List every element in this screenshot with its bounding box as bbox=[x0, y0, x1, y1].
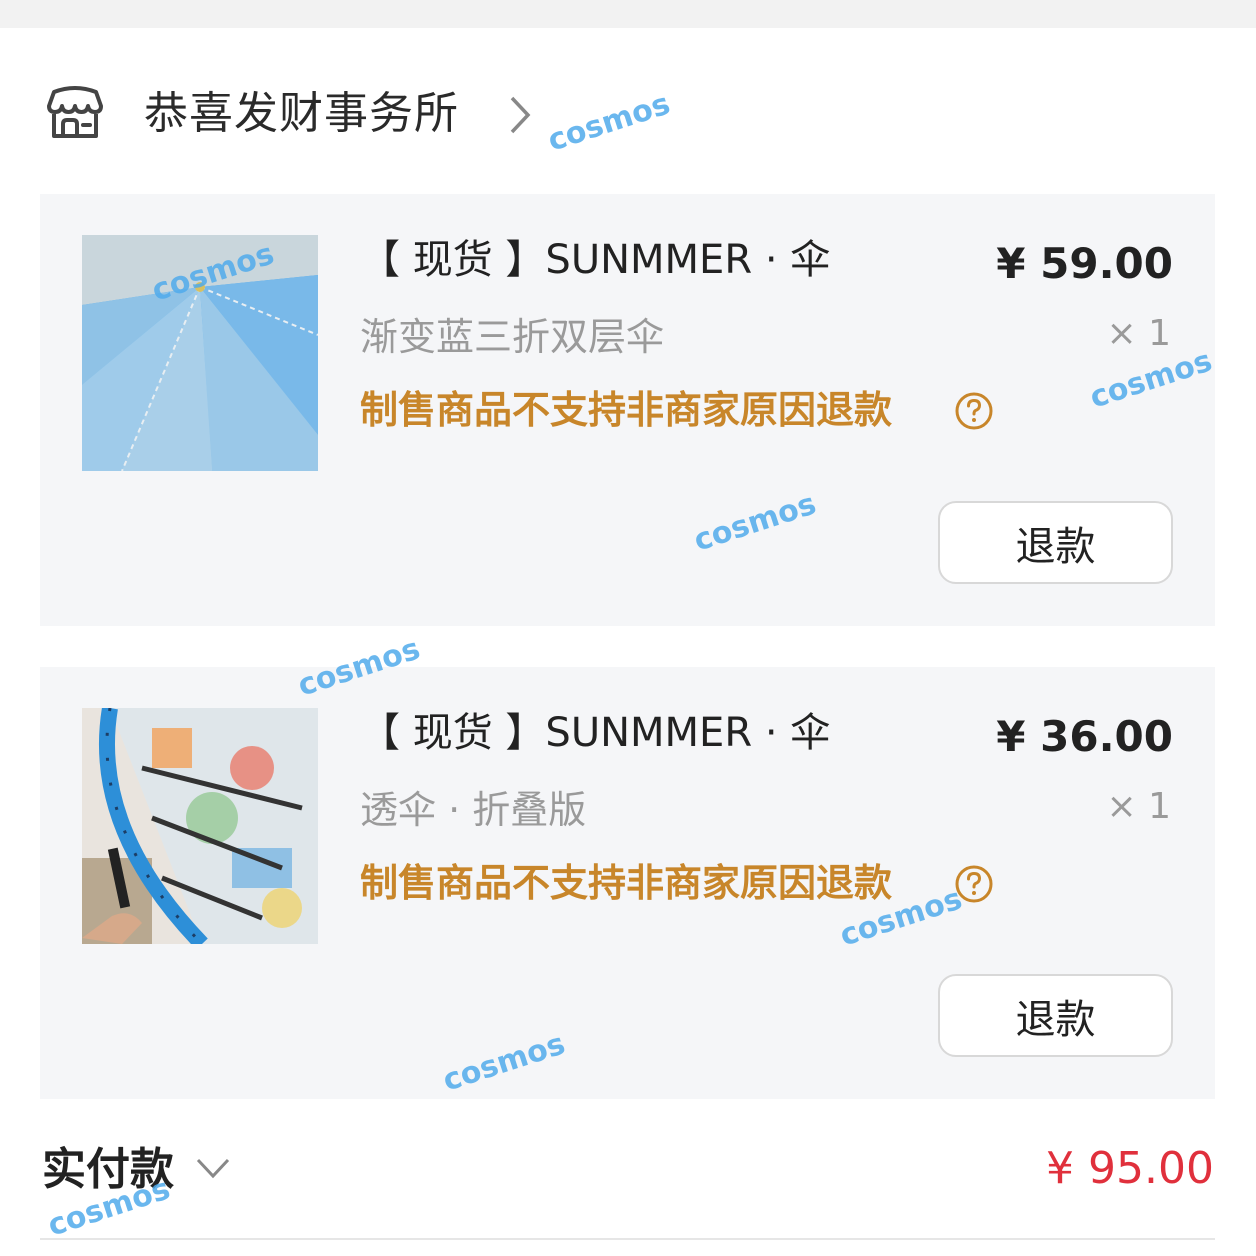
chevron-right-icon bbox=[510, 96, 531, 134]
question-circle-icon[interactable] bbox=[954, 391, 994, 431]
store-icon bbox=[47, 86, 103, 138]
order-item-card: 【 现货 】SUNMMER · 伞 渐变蓝三折双层伞 制售商品不支持非商家原因退… bbox=[40, 194, 1215, 626]
item-price: ¥ 59.00 bbox=[996, 239, 1173, 288]
refund-button[interactable]: 退款 bbox=[938, 974, 1173, 1057]
product-thumbnail[interactable] bbox=[82, 708, 318, 944]
shop-name: 恭喜发财事务所 bbox=[144, 88, 459, 139]
product-spec: 渐变蓝三折双层伞 bbox=[360, 315, 665, 359]
refund-notice: 制售商品不支持非商家原因退款 bbox=[360, 388, 893, 432]
actual-payment-label: 实付款 bbox=[42, 1144, 174, 1195]
actual-payment-amount: ¥ 95.00 bbox=[1046, 1143, 1214, 1194]
divider bbox=[40, 1238, 1215, 1240]
item-price: ¥ 36.00 bbox=[996, 712, 1173, 761]
item-quantity: × 1 bbox=[1106, 313, 1171, 354]
chevron-down-icon[interactable] bbox=[194, 1154, 232, 1184]
item-quantity: × 1 bbox=[1106, 786, 1171, 827]
top-strip bbox=[0, 0, 1256, 28]
shop-header[interactable]: 恭喜发财事务所 bbox=[0, 28, 1256, 194]
order-item-card: 【 现货 】SUNMMER · 伞 透伞 · 折叠版 制售商品不支持非商家原因退… bbox=[40, 667, 1215, 1099]
product-spec: 透伞 · 折叠版 bbox=[360, 788, 587, 832]
product-title[interactable]: 【 现货 】SUNMMER · 伞 bbox=[360, 707, 830, 759]
product-title[interactable]: 【 现货 】SUNMMER · 伞 bbox=[360, 234, 830, 286]
question-circle-icon[interactable] bbox=[954, 864, 994, 904]
refund-button[interactable]: 退款 bbox=[938, 501, 1173, 584]
product-thumbnail[interactable] bbox=[82, 235, 318, 471]
actual-payment-row[interactable]: 实付款 ¥ 95.00 bbox=[0, 1130, 1256, 1210]
refund-notice: 制售商品不支持非商家原因退款 bbox=[360, 861, 893, 905]
